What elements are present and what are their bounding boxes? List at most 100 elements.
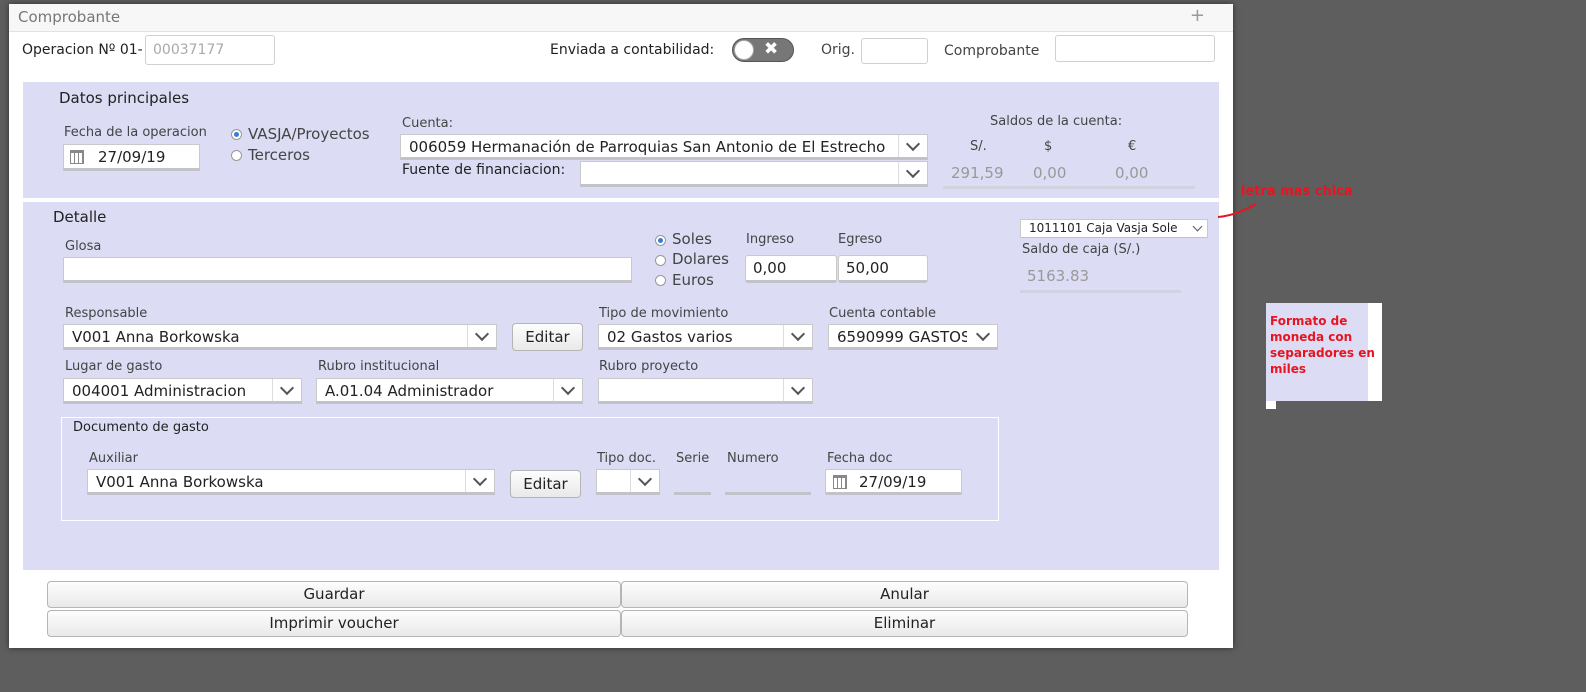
chevron-down-icon [1187,220,1207,237]
egreso-input[interactable]: 50,00 [838,255,928,283]
fuente-select[interactable] [580,161,928,187]
chevron-down-icon [272,379,301,401]
responsable-select[interactable]: V001 Anna Borkowska [63,324,497,350]
dialog-title: Comprobante [18,8,121,26]
chevron-down-icon [783,325,812,347]
operacion-number-input[interactable]: 00037177 [145,35,275,65]
saldos-cuenta-title: Saldos de la cuenta: [990,114,1123,129]
serie-label: Serie [676,451,710,466]
ingreso-label: Ingreso [746,232,795,247]
tipo-movimiento-select[interactable]: 02 Gastos varios [598,324,813,350]
guardar-button[interactable]: Guardar [47,581,621,608]
tipo-doc-select[interactable] [596,469,660,495]
rubro-institucional-label: Rubro institucional [318,359,440,374]
fecha-doc-label: Fecha doc [827,451,893,466]
annotation-box: Formato de moneda con separadores en mil… [1266,303,1382,401]
glosa-input[interactable] [63,257,632,283]
rubro-institucional-select[interactable]: A.01.04 Administrador [316,378,583,404]
chevron-down-icon [630,470,659,492]
radio-terceros-label: Terceros [248,146,310,164]
chevron-down-icon [969,325,997,347]
radio-euros[interactable] [655,275,666,286]
lugar-gasto-select[interactable]: 004001 Administracion [63,378,302,404]
cuenta-value: 006059 Hermanación de Parroquias San Ant… [409,138,886,156]
saldo-caja-value: 5163.83 [1020,267,1181,293]
imprimir-voucher-button[interactable]: Imprimir voucher [47,610,621,637]
dialog-titlebar: Comprobante + [9,4,1233,32]
enviada-contabilidad-toggle[interactable]: ✖ [732,38,794,62]
calendar-icon[interactable] [833,475,847,489]
lugar-gasto-label: Lugar de gasto [65,359,163,374]
saldo-dolar-value: 0,00 [1023,164,1109,189]
radio-vasja[interactable] [231,129,242,140]
saldo-euro-label: € [1128,139,1137,154]
enviada-contabilidad-label: Enviada a contabilidad: [550,42,715,58]
caja-value: 1011101 Caja Vasja Soles [1029,221,1177,235]
editar-auxiliar-button[interactable]: Editar [510,470,581,498]
comprobante-dialog: Comprobante + Operacion Nº 01- 00037177 … [9,4,1233,648]
saldo-dolar-label: $ [1044,139,1053,154]
chevron-down-icon [467,325,496,347]
caja-select[interactable]: 1011101 Caja Vasja Soles [1020,219,1208,238]
radio-euros-label: Euros [672,271,714,289]
annotation-formato-moneda: Formato de moneda con separadores en mil… [1270,314,1375,376]
orig-input[interactable] [861,38,928,64]
responsable-label: Responsable [65,306,148,321]
fuente-label: Fuente de financiacion: [402,162,566,178]
anular-button[interactable]: Anular [621,581,1188,608]
tipo-doc-label: Tipo doc. [597,451,656,466]
radio-vasja-label: VASJA/Proyectos [248,125,370,143]
rubro-proyecto-select[interactable] [598,378,813,404]
egreso-label: Egreso [838,232,883,247]
rubro-institucional-value: A.01.04 Administrador [325,382,494,400]
orig-label: Orig. [821,42,856,58]
tipo-movimiento-label: Tipo de movimiento [599,306,729,321]
comprobante-label: Comprobante [944,43,1040,59]
lugar-gasto-value: 004001 Administracion [72,382,247,400]
auxiliar-value: V001 Anna Borkowska [96,473,264,491]
fecha-operacion-label: Fecha de la operacion [64,125,207,140]
calendar-icon[interactable] [70,150,84,164]
numero-input[interactable] [725,492,811,495]
ingreso-input[interactable]: 0,00 [745,255,837,283]
cuenta-contable-select[interactable]: 6590999 GASTOS [828,324,998,350]
editar-responsable-button[interactable]: Editar [512,323,583,351]
eliminar-button[interactable]: Eliminar [621,610,1188,637]
cuenta-contable-label: Cuenta contable [829,306,937,321]
saldo-soles-value: 291,59 [943,164,1023,189]
tipo-movimiento-value: 02 Gastos varios [607,328,733,346]
chevron-down-icon [465,470,494,492]
radio-soles[interactable] [655,235,666,246]
rubro-proyecto-label: Rubro proyecto [599,359,699,374]
fecha-operacion-value: 27/09/19 [98,148,166,166]
glosa-label: Glosa [65,239,102,254]
radio-dolares-label: Dolares [672,250,729,268]
auxiliar-select[interactable]: V001 Anna Borkowska [87,469,495,495]
toggle-knob [734,40,754,60]
cuenta-select[interactable]: 006059 Hermanación de Parroquias San Ant… [400,134,928,160]
chevron-down-icon [553,379,582,401]
radio-dolares[interactable] [655,255,666,266]
comprobante-input[interactable] [1055,35,1215,62]
chevron-down-icon [783,379,812,401]
x-icon: ✖ [764,39,779,59]
operacion-label: Operacion Nº 01- [22,42,143,58]
auxiliar-label: Auxiliar [89,451,138,466]
cuenta-contable-value: 6590999 GASTOS [837,328,967,346]
chevron-down-icon [898,162,927,184]
detalle-title: Detalle [53,208,107,226]
radio-soles-label: Soles [672,230,712,248]
annotation-letra-mas-chica: letra mas chica [1241,184,1353,199]
radio-terceros[interactable] [231,150,242,161]
annotation-box-tail [1266,401,1276,409]
annotation-arrow [1217,203,1257,218]
numero-label: Numero [727,451,779,466]
responsable-value: V001 Anna Borkowska [72,328,240,346]
serie-input[interactable] [674,492,711,495]
cuenta-label: Cuenta: [402,116,453,131]
saldo-soles-label: S/. [970,139,987,154]
close-icon[interactable]: + [1190,5,1205,26]
chevron-down-icon [898,135,927,157]
datos-principales-title: Datos principales [59,89,190,107]
saldo-caja-label: Saldo de caja (S/.) [1022,242,1141,257]
